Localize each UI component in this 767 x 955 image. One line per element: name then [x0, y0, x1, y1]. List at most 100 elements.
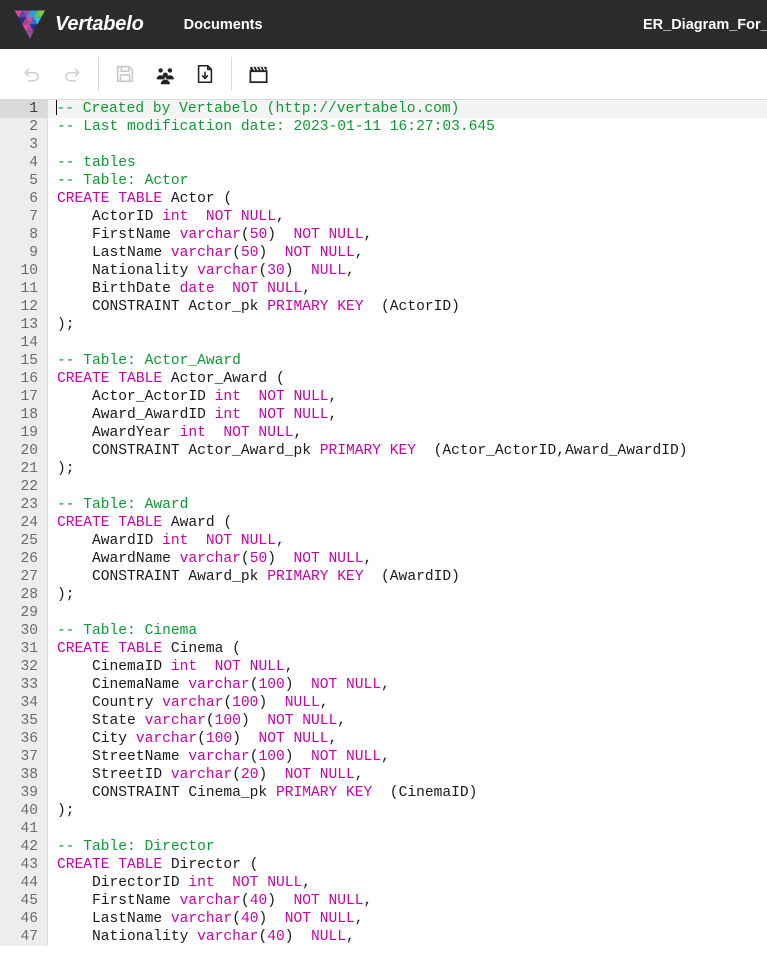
code-line[interactable]: 1 -- Created by Vertabelo (http://vertabe… — [0, 100, 767, 118]
code-line[interactable]: 32 CinemaID int NOT NULL, — [0, 658, 767, 676]
code-line-text[interactable]: AwardID int NOT NULL, — [48, 532, 767, 550]
code-line-text[interactable]: ); — [48, 586, 767, 604]
code-line-text[interactable]: CREATE TABLE Award ( — [48, 514, 767, 532]
download-button[interactable] — [185, 54, 225, 94]
code-line-text[interactable] — [48, 604, 767, 622]
code-line[interactable]: 28); — [0, 586, 767, 604]
nav-documents[interactable]: Documents — [184, 17, 263, 33]
code-line[interactable]: 22 — [0, 478, 767, 496]
code-line-text[interactable]: -- Table: Cinema — [48, 622, 767, 640]
code-line[interactable]: 18 Award_AwardID int NOT NULL, — [0, 406, 767, 424]
code-line[interactable]: 12 CONSTRAINT Actor_pk PRIMARY KEY (Acto… — [0, 298, 767, 316]
code-line[interactable]: 46 LastName varchar(40) NOT NULL, — [0, 910, 767, 928]
code-line[interactable]: 23 -- Table: Award — [0, 496, 767, 514]
code-line[interactable]: 34 Country varchar(100) NULL, — [0, 694, 767, 712]
code-line-text[interactable]: FirstName varchar(50) NOT NULL, — [48, 226, 767, 244]
code-line[interactable]: 38 StreetID varchar(20) NOT NULL, — [0, 766, 767, 784]
code-line[interactable]: 33 CinemaName varchar(100) NOT NULL, — [0, 676, 767, 694]
code-line[interactable]: 2 -- Last modification date: 2023-01-11 1… — [0, 118, 767, 136]
code-line[interactable]: 15 -- Table: Actor_Award — [0, 352, 767, 370]
code-line[interactable]: 20 CONSTRAINT Actor_Award_pk PRIMARY KEY… — [0, 442, 767, 460]
code-line-text[interactable]: AwardName varchar(50) NOT NULL, — [48, 550, 767, 568]
code-line-text[interactable] — [48, 136, 767, 154]
code-line-text[interactable]: CREATE TABLE Director ( — [48, 856, 767, 874]
code-line-text[interactable]: -- tables — [48, 154, 767, 172]
code-line[interactable]: 35 State varchar(100) NOT NULL, — [0, 712, 767, 730]
code-line[interactable]: 13); — [0, 316, 767, 334]
code-line-text[interactable]: CONSTRAINT Actor_pk PRIMARY KEY (ActorID… — [48, 298, 767, 316]
code-line-text[interactable]: ); — [48, 802, 767, 820]
code-line[interactable]: 26 AwardName varchar(50) NOT NULL, — [0, 550, 767, 568]
code-line[interactable]: 6 CREATE TABLE Actor ( — [0, 190, 767, 208]
code-line-text[interactable]: Nationality varchar(40) NULL, — [48, 928, 767, 946]
code-line-text[interactable]: CinemaName varchar(100) NOT NULL, — [48, 676, 767, 694]
code-line-text[interactable]: ); — [48, 316, 767, 334]
code-line-text[interactable]: State varchar(100) NOT NULL, — [48, 712, 767, 730]
code-line-text[interactable]: CONSTRAINT Award_pk PRIMARY KEY (AwardID… — [48, 568, 767, 586]
code-line-text[interactable] — [48, 820, 767, 838]
code-line-text[interactable]: Country varchar(100) NULL, — [48, 694, 767, 712]
code-line-text[interactable]: BirthDate date NOT NULL, — [48, 280, 767, 298]
code-line-text[interactable]: LastName varchar(50) NOT NULL, — [48, 244, 767, 262]
code-line[interactable]: 30 -- Table: Cinema — [0, 622, 767, 640]
code-line[interactable]: 25 AwardID int NOT NULL, — [0, 532, 767, 550]
code-line[interactable]: 5 -- Table: Actor — [0, 172, 767, 190]
code-line-text[interactable]: StreetID varchar(20) NOT NULL, — [48, 766, 767, 784]
code-line-text[interactable]: CONSTRAINT Cinema_pk PRIMARY KEY (Cinema… — [48, 784, 767, 802]
code-line-text[interactable]: FirstName varchar(40) NOT NULL, — [48, 892, 767, 910]
code-line-text[interactable]: City varchar(100) NOT NULL, — [48, 730, 767, 748]
code-line[interactable]: 40); — [0, 802, 767, 820]
code-line-text[interactable]: CinemaID int NOT NULL, — [48, 658, 767, 676]
code-line[interactable]: 3 — [0, 136, 767, 154]
code-line-text[interactable]: -- Table: Actor — [48, 172, 767, 190]
code-line-text[interactable]: AwardYear int NOT NULL, — [48, 424, 767, 442]
code-line-text[interactable]: CREATE TABLE Actor_Award ( — [48, 370, 767, 388]
code-line-text[interactable]: Nationality varchar(30) NULL, — [48, 262, 767, 280]
share-button[interactable] — [145, 54, 185, 94]
code-line-text[interactable]: Actor_ActorID int NOT NULL, — [48, 388, 767, 406]
code-line[interactable]: 31 CREATE TABLE Cinema ( — [0, 640, 767, 658]
code-line-text[interactable] — [48, 334, 767, 352]
code-line-text[interactable]: -- Table: Director — [48, 838, 767, 856]
code-line-text[interactable]: Award_AwardID int NOT NULL, — [48, 406, 767, 424]
code-line-text[interactable]: -- Table: Actor_Award — [48, 352, 767, 370]
code-line[interactable]: 4 -- tables — [0, 154, 767, 172]
code-line[interactable]: 45 FirstName varchar(40) NOT NULL, — [0, 892, 767, 910]
code-line-text[interactable]: CREATE TABLE Actor ( — [48, 190, 767, 208]
code-line-text[interactable]: LastName varchar(40) NOT NULL, — [48, 910, 767, 928]
code-line[interactable]: 17 Actor_ActorID int NOT NULL, — [0, 388, 767, 406]
code-line-text[interactable]: StreetName varchar(100) NOT NULL, — [48, 748, 767, 766]
code-line-text[interactable]: CREATE TABLE Cinema ( — [48, 640, 767, 658]
code-line[interactable]: 8 FirstName varchar(50) NOT NULL, — [0, 226, 767, 244]
code-line[interactable]: 41 — [0, 820, 767, 838]
code-line-text[interactable]: -- Created by Vertabelo (http://vertabel… — [48, 100, 767, 118]
code-line[interactable]: 16 CREATE TABLE Actor_Award ( — [0, 370, 767, 388]
code-line-text[interactable]: CONSTRAINT Actor_Award_pk PRIMARY KEY (A… — [48, 442, 767, 460]
model-button[interactable] — [238, 54, 278, 94]
code-line[interactable]: 47 Nationality varchar(40) NULL, — [0, 928, 767, 946]
sql-code-editor[interactable]: 1 -- Created by Vertabelo (http://vertabe… — [0, 100, 767, 955]
code-line[interactable]: 19 AwardYear int NOT NULL, — [0, 424, 767, 442]
code-line[interactable]: 36 City varchar(100) NOT NULL, — [0, 730, 767, 748]
code-line-text[interactable]: -- Last modification date: 2023-01-11 16… — [48, 118, 767, 136]
code-line[interactable]: 21); — [0, 460, 767, 478]
code-line[interactable]: 11 BirthDate date NOT NULL, — [0, 280, 767, 298]
code-line[interactable]: 29 — [0, 604, 767, 622]
code-line[interactable]: 10 Nationality varchar(30) NULL, — [0, 262, 767, 280]
redo-button[interactable] — [52, 54, 92, 94]
code-line[interactable]: 37 StreetName varchar(100) NOT NULL, — [0, 748, 767, 766]
code-line[interactable]: 7 ActorID int NOT NULL, — [0, 208, 767, 226]
save-button[interactable] — [105, 54, 145, 94]
code-line[interactable]: 9 LastName varchar(50) NOT NULL, — [0, 244, 767, 262]
code-line-text[interactable] — [48, 478, 767, 496]
code-line[interactable]: 43 CREATE TABLE Director ( — [0, 856, 767, 874]
code-line[interactable]: 24 CREATE TABLE Award ( — [0, 514, 767, 532]
code-line[interactable]: 14 — [0, 334, 767, 352]
code-line-text[interactable]: ); — [48, 460, 767, 478]
undo-button[interactable] — [12, 54, 52, 94]
code-line[interactable]: 44 DirectorID int NOT NULL, — [0, 874, 767, 892]
code-line[interactable]: 42 -- Table: Director — [0, 838, 767, 856]
code-line-text[interactable]: -- Table: Award — [48, 496, 767, 514]
brand-logo[interactable]: Vertabelo — [0, 9, 144, 41]
code-line-text[interactable]: DirectorID int NOT NULL, — [48, 874, 767, 892]
